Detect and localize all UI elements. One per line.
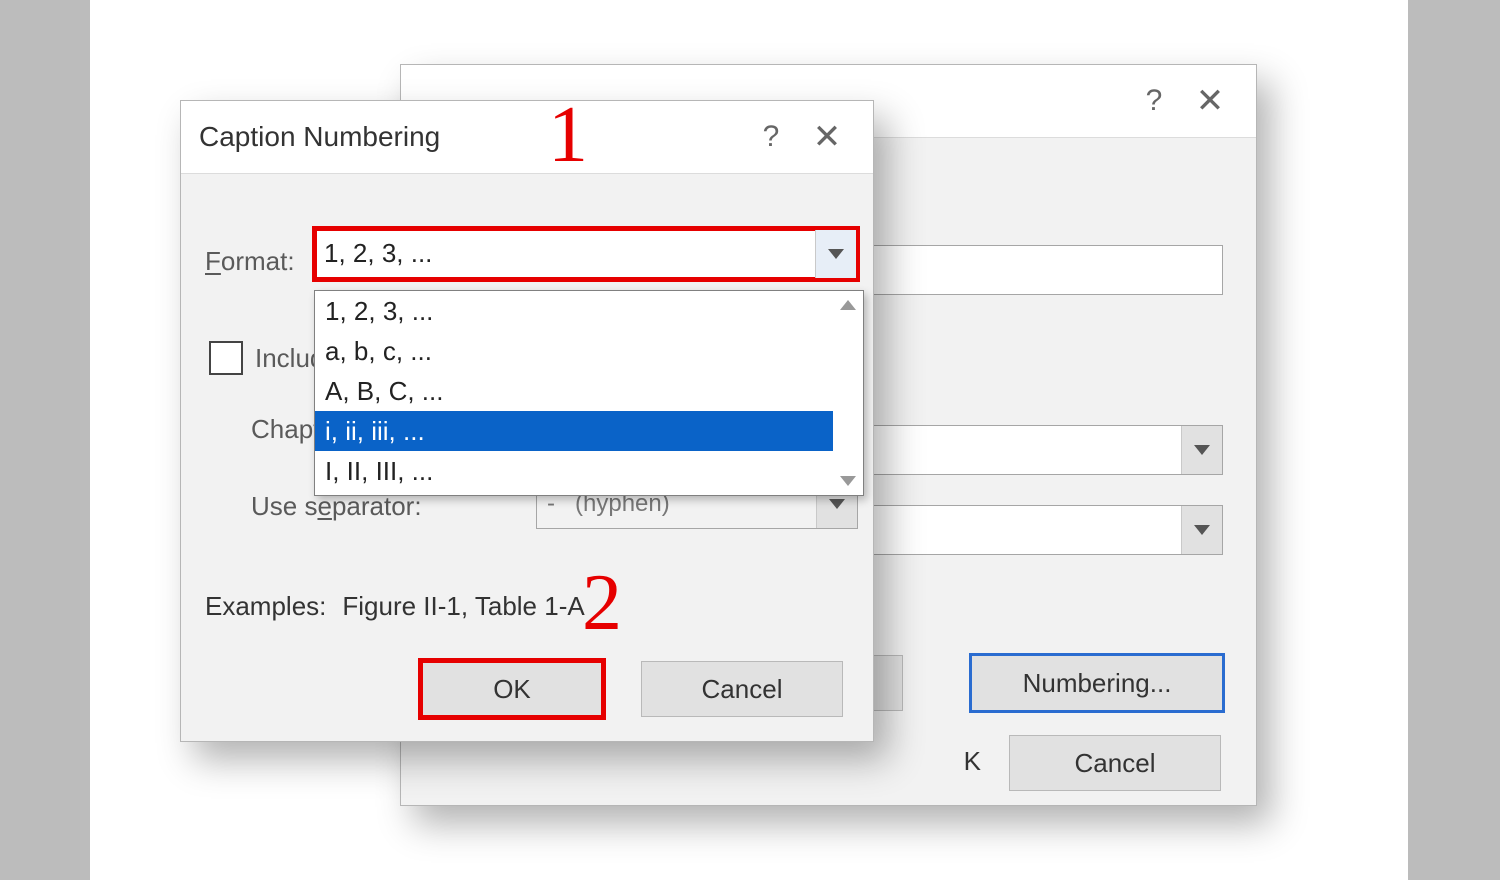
button-label: OK (493, 674, 531, 705)
format-dropdown-list[interactable]: 1, 2, 3, ...a, b, c, ...A, B, C, ...i, i… (314, 290, 864, 496)
examples-label: Examples: (205, 591, 326, 622)
cancel-button[interactable]: Cancel (1009, 735, 1221, 791)
examples-value: Figure II-1, Table 1-A (342, 591, 584, 622)
format-label: Format: (205, 246, 295, 277)
format-label-row: Format: (205, 246, 295, 277)
include-chapter-checkbox[interactable] (209, 341, 243, 375)
help-icon[interactable]: ? (743, 109, 799, 165)
button-label: Cancel (702, 674, 783, 705)
scroll-down-icon[interactable] (833, 467, 863, 495)
ok-button[interactable]: OK (421, 661, 603, 717)
chevron-down-icon[interactable] (815, 230, 856, 278)
chevron-down-icon[interactable] (1181, 426, 1222, 474)
format-option[interactable]: A, B, C, ... (315, 371, 833, 411)
ok-button-partial[interactable]: K (751, 737, 991, 785)
numbering-button[interactable]: Numbering... (971, 655, 1223, 711)
format-combo[interactable]: 1, 2, 3, ... (315, 229, 857, 279)
help-icon[interactable]: ? (1126, 73, 1182, 129)
chapter-style-row: Chapt (251, 414, 320, 445)
cancel-button[interactable]: Cancel (641, 661, 843, 717)
format-option[interactable]: 1, 2, 3, ... (315, 291, 833, 331)
dialog-title: Caption Numbering (199, 121, 743, 153)
chevron-down-icon[interactable] (1181, 506, 1222, 554)
close-icon[interactable]: ✕ (1182, 73, 1238, 129)
annotation-2: 2 (582, 558, 622, 649)
button-label: K (964, 746, 981, 777)
close-icon[interactable]: ✕ (799, 109, 855, 165)
annotation-1: 1 (548, 90, 588, 181)
scrollbar[interactable] (833, 291, 863, 495)
format-option[interactable]: a, b, c, ... (315, 331, 833, 371)
dialog-titlebar: Caption Numbering ? ✕ (181, 101, 873, 174)
format-value: 1, 2, 3, ... (324, 238, 432, 269)
button-label: Cancel (1075, 748, 1156, 779)
format-option[interactable]: i, ii, iii, ... (315, 411, 833, 451)
scroll-up-icon[interactable] (833, 291, 863, 319)
button-label: Numbering... (1023, 668, 1172, 699)
examples-row: Examples: Figure II-1, Table 1-A (205, 591, 585, 622)
chapter-style-label: Chapt (251, 414, 320, 445)
format-option[interactable]: I, II, III, ... (315, 451, 833, 491)
